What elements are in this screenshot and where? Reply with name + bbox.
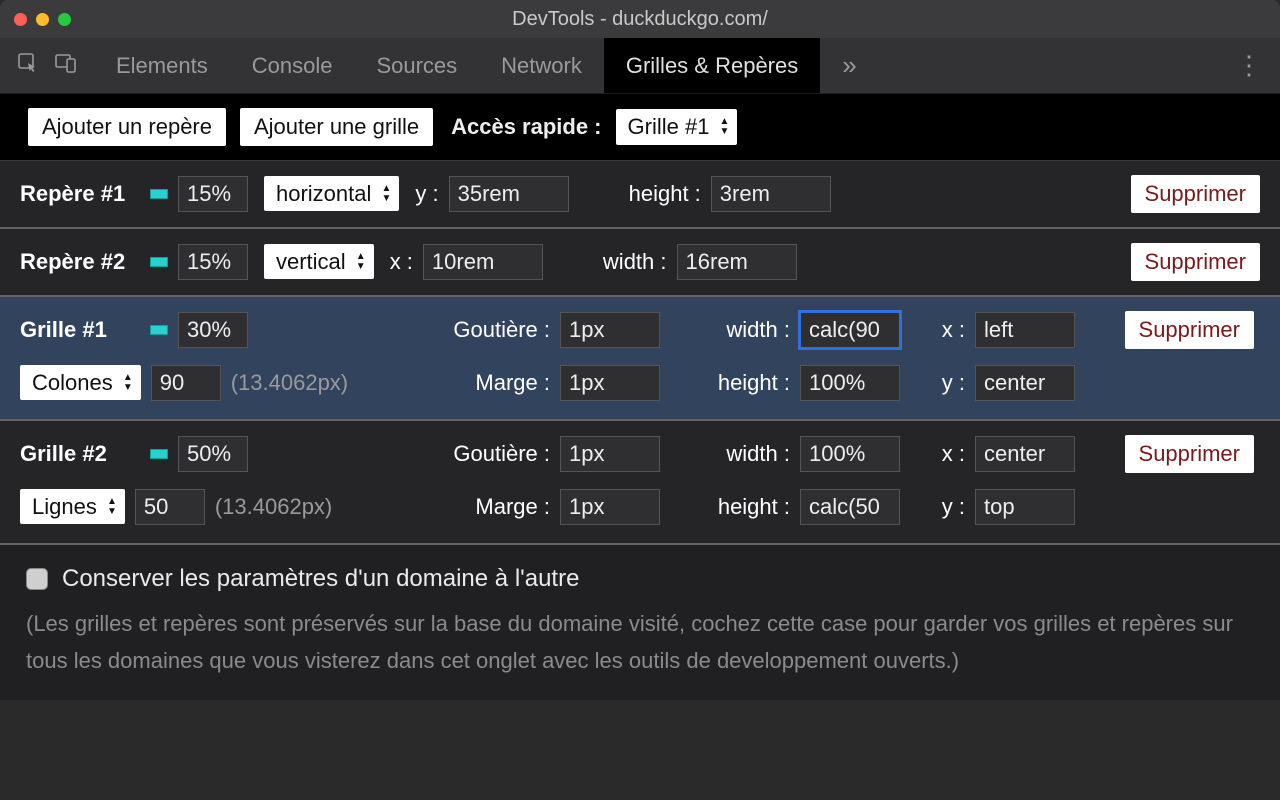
x-input[interactable]	[975, 436, 1075, 472]
device-toggle-icon[interactable]	[54, 51, 78, 80]
coord-label: x :	[390, 249, 413, 275]
tabs-overflow-icon[interactable]: »	[820, 38, 878, 93]
quick-access-select[interactable]: Grille #1	[616, 109, 738, 145]
coord-label: y :	[415, 181, 438, 207]
orientation-select[interactable]: vertical	[264, 249, 374, 275]
count-input[interactable]	[135, 489, 205, 525]
mode-select[interactable]: Colones	[20, 370, 141, 396]
add-grid-button[interactable]: Ajouter une grille	[240, 108, 433, 146]
window-title: DevTools - duckduckgo.com/	[0, 8, 1280, 31]
width-label: width :	[680, 317, 790, 343]
y-label: y :	[920, 494, 965, 520]
delete-button[interactable]: Supprimer	[1125, 435, 1254, 473]
tab-elements[interactable]: Elements	[94, 38, 230, 93]
cell-size-hint: (13.4062px)	[215, 494, 332, 520]
coord-input[interactable]	[423, 244, 543, 280]
inspect-element-icon[interactable]	[16, 51, 40, 80]
width-input[interactable]	[800, 436, 900, 472]
marker-row: Repère #1 horizontal y : height : Suppri…	[0, 161, 1280, 229]
persist-settings-description: (Les grilles et repères sont préservés s…	[26, 605, 1254, 680]
grid-row-bottom: Lignes (13.4062px) Marge : height : y :	[0, 487, 1280, 543]
y-input[interactable]	[975, 489, 1075, 525]
devtools-tabs: Elements Console Sources Network Grilles…	[94, 38, 1218, 93]
width-label: width :	[680, 441, 790, 467]
y-input[interactable]	[975, 365, 1075, 401]
opacity-input[interactable]	[178, 312, 248, 348]
grid-row-bottom: Colones (13.4062px) Marge : height : y :	[0, 363, 1280, 419]
color-swatch[interactable]	[150, 449, 168, 459]
tab-sources[interactable]: Sources	[354, 38, 479, 93]
count-input[interactable]	[151, 365, 221, 401]
mode-select[interactable]: Lignes	[20, 494, 125, 520]
gutter-label: Goutière :	[400, 317, 550, 343]
orientation-select[interactable]: horizontal	[264, 181, 399, 207]
tab-grids-guides[interactable]: Grilles & Repères	[604, 38, 820, 93]
devtools-menu-icon[interactable]: ⋮	[1218, 38, 1280, 93]
opacity-input[interactable]	[178, 436, 248, 472]
tab-console[interactable]: Console	[230, 38, 355, 93]
margin-label: Marge :	[400, 494, 550, 520]
maximize-window-icon[interactable]	[58, 13, 71, 26]
persist-settings-checkbox[interactable]	[26, 568, 48, 590]
size-label: height :	[629, 181, 701, 207]
gutter-label: Goutière :	[400, 441, 550, 467]
marker-name: Repère #1	[20, 181, 140, 207]
height-input[interactable]	[800, 365, 900, 401]
marker-name: Repère #2	[20, 249, 140, 275]
grid-name: Grille #1	[20, 317, 140, 343]
window-traffic-lights	[14, 13, 71, 26]
x-label: x :	[920, 317, 965, 343]
margin-input[interactable]	[560, 489, 660, 525]
minimize-window-icon[interactable]	[36, 13, 49, 26]
gutter-input[interactable]	[560, 312, 660, 348]
persist-settings-label: Conserver les paramètres d'un domaine à …	[62, 565, 579, 593]
panel-footer: Conserver les paramètres d'un domaine à …	[0, 545, 1280, 700]
color-swatch[interactable]	[150, 325, 168, 335]
x-label: x :	[920, 441, 965, 467]
delete-button[interactable]: Supprimer	[1131, 243, 1260, 281]
grid-row-top: Grille #2 Goutière : width : x : Supprim…	[0, 421, 1280, 487]
height-input[interactable]	[800, 489, 900, 525]
size-input[interactable]	[711, 176, 831, 212]
height-label: height :	[680, 494, 790, 520]
color-swatch[interactable]	[150, 257, 168, 267]
cell-size-hint: (13.4062px)	[231, 370, 348, 396]
panel-toolbar: Ajouter un repère Ajouter une grille Acc…	[0, 94, 1280, 161]
opacity-input[interactable]	[178, 244, 248, 280]
marker-row: Repère #2 vertical x : width : Supprimer	[0, 229, 1280, 297]
color-swatch[interactable]	[150, 189, 168, 199]
delete-button[interactable]: Supprimer	[1125, 311, 1254, 349]
y-label: y :	[920, 370, 965, 396]
x-input[interactable]	[975, 312, 1075, 348]
gutter-input[interactable]	[560, 436, 660, 472]
grid-row-top: Grille #1 Goutière : width : x : Supprim…	[0, 297, 1280, 363]
size-label: width :	[603, 249, 667, 275]
height-label: height :	[680, 370, 790, 396]
grid-block: Grille #2 Goutière : width : x : Supprim…	[0, 421, 1280, 545]
grid-block: Grille #1 Goutière : width : x : Supprim…	[0, 297, 1280, 421]
margin-label: Marge :	[400, 370, 550, 396]
devtools-tabstrip: Elements Console Sources Network Grilles…	[0, 38, 1280, 94]
quick-access-label: Accès rapide :	[451, 114, 601, 140]
window-titlebar: DevTools - duckduckgo.com/	[0, 0, 1280, 38]
coord-input[interactable]	[449, 176, 569, 212]
add-marker-button[interactable]: Ajouter un repère	[28, 108, 226, 146]
delete-button[interactable]: Supprimer	[1131, 175, 1260, 213]
opacity-input[interactable]	[178, 176, 248, 212]
grid-name: Grille #2	[20, 441, 140, 467]
tab-network[interactable]: Network	[479, 38, 604, 93]
width-input[interactable]	[800, 312, 900, 348]
close-window-icon[interactable]	[14, 13, 27, 26]
margin-input[interactable]	[560, 365, 660, 401]
size-input[interactable]	[677, 244, 797, 280]
